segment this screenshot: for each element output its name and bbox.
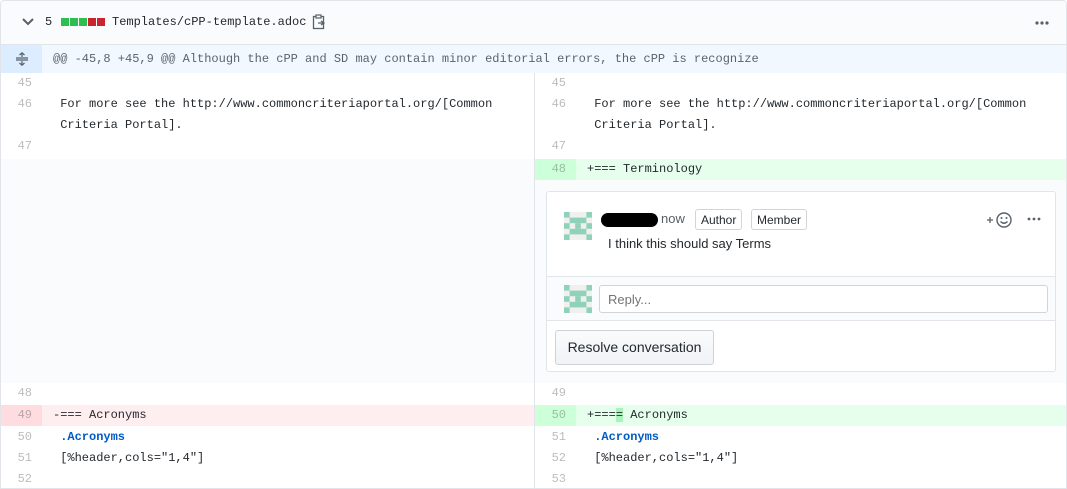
diff-line-left: 50 .Acronyms (1, 427, 534, 448)
diff-line-left: 45 (1, 73, 534, 94)
diff-line-right: 49 (535, 383, 1066, 404)
line-number[interactable]: 48 (1, 383, 42, 404)
diff-line-left: 48 (1, 383, 534, 404)
diff-line-left: 47 (1, 136, 534, 157)
identicon-icon (564, 212, 592, 240)
diff-line-left: 46 For more see the http://www.commoncri… (1, 94, 534, 115)
line-number[interactable]: 50 (535, 405, 576, 426)
comment-body: I think this should say Terms (608, 236, 772, 251)
reply-bar (547, 276, 1055, 321)
hunk-header-text: @@ -45,8 +45,9 @@ Although the cPP and S… (53, 52, 759, 66)
line-number[interactable]: 49 (1, 405, 42, 426)
line-number (535, 115, 576, 136)
line-number[interactable]: 45 (535, 73, 576, 94)
line-content: For more see the http://www.commoncriter… (53, 97, 493, 111)
line-number[interactable]: 46 (535, 94, 576, 115)
line-number[interactable]: 46 (1, 94, 42, 115)
diff-line-right: 53 (535, 469, 1066, 488)
line-number[interactable]: 53 (535, 469, 576, 488)
author-badge: Author (695, 209, 743, 230)
diff-line-right-added: 48 +=== Terminology (535, 159, 1066, 180)
review-thread: now Author Member I think this should sa… (546, 191, 1056, 372)
line-number[interactable]: 51 (1, 448, 42, 469)
avatar[interactable] (564, 285, 592, 313)
reply-input[interactable] (599, 285, 1048, 313)
diffstat-bar (61, 18, 105, 26)
diff-line-right-added: 50 +==== Acronyms (535, 405, 1066, 426)
line-content: -=== Acronyms (53, 408, 147, 422)
line-prefix: +=== (587, 408, 616, 422)
diffstat-block (97, 18, 105, 26)
empty-left-pane (1, 159, 534, 383)
line-content: [%header,cols="1,4"] (53, 451, 205, 465)
diff-line-right: 45 (535, 73, 1066, 94)
file-path[interactable]: Templates/cPP-template.adoc (112, 15, 306, 29)
line-content: Criteria Portal]. (53, 118, 183, 132)
line-suffix: Acronyms (623, 408, 688, 422)
chevron-down-icon[interactable] (21, 15, 35, 29)
line-content: +=== Terminology (587, 162, 703, 176)
diffstat-count: 5 (45, 15, 53, 29)
unfold-icon[interactable] (14, 52, 30, 66)
line-number[interactable]: 50 (1, 427, 42, 448)
line-content: Criteria Portal]. (587, 118, 717, 132)
line-number[interactable]: 51 (535, 427, 576, 448)
line-number[interactable]: 49 (535, 383, 576, 404)
line-number[interactable]: 47 (535, 136, 576, 157)
diff-line-left-deleted: 49 -=== Acronyms (1, 405, 534, 426)
diff-line-right: 52 [%header,cols="1,4"] (535, 448, 1066, 469)
line-number (1, 115, 42, 136)
diff-line-right: 47 (535, 136, 1066, 157)
line-content: For more see the http://www.commoncriter… (587, 97, 1027, 111)
line-content: +==== Acronyms (587, 405, 688, 426)
diff-line-right: 51 .Acronyms (535, 427, 1066, 448)
line-content: [%header,cols="1,4"] (587, 451, 739, 465)
diff-line-right-wrap: Criteria Portal]. (535, 115, 1066, 136)
add-reaction-icon[interactable] (986, 211, 1014, 229)
diff-line-left-wrap: Criteria Portal]. (1, 115, 534, 136)
word-highlight: = (615, 408, 624, 422)
diff-line-left: 51 [%header,cols="1,4"] (1, 448, 534, 469)
clipboard-icon[interactable] (312, 14, 326, 30)
member-badge: Member (751, 209, 808, 230)
diff-line-left: 52 (1, 469, 534, 488)
kebab-horizontal-icon[interactable] (1034, 17, 1050, 29)
line-number[interactable]: 47 (1, 136, 42, 157)
diff-line-right: 46 For more see the http://www.commoncri… (535, 94, 1066, 115)
line-content: .Acronyms (587, 430, 660, 444)
avatar[interactable] (564, 212, 592, 240)
diff-file: 5 Templates/cPP-template.adoc @@ -45,8 +… (0, 0, 1067, 489)
review-comment: now Author Member I think this should sa… (547, 192, 1055, 276)
line-number[interactable]: 45 (1, 73, 42, 94)
diffstat-block (70, 18, 78, 26)
line-number[interactable]: 52 (1, 469, 42, 488)
line-number[interactable]: 48 (535, 159, 576, 180)
file-header: 5 Templates/cPP-template.adoc (1, 1, 1066, 45)
identicon-icon (564, 285, 592, 313)
redacted-username (601, 213, 658, 227)
comment-timestamp[interactable]: now (661, 211, 685, 226)
resolve-conversation-button[interactable]: Resolve conversation (555, 330, 714, 365)
hunk-expand[interactable] (1, 45, 42, 73)
diffstat-block (88, 18, 96, 26)
hunk-header: @@ -45,8 +45,9 @@ Although the cPP and S… (1, 45, 1066, 73)
diffstat-block (79, 18, 87, 26)
line-number[interactable]: 52 (535, 448, 576, 469)
line-content: .Acronyms (53, 430, 126, 444)
diffstat-block (61, 18, 69, 26)
comment-options-icon[interactable] (1027, 214, 1041, 224)
